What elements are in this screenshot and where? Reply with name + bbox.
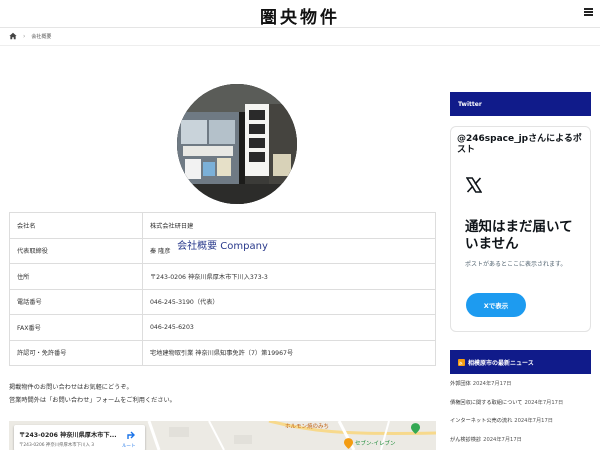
twitter-embed-title[interactable]: @246space_jpさんによるポスト [457, 134, 585, 156]
breadcrumb-separator: › [23, 32, 26, 40]
storefront-image [177, 84, 297, 204]
breadcrumb-current: 会社概要 [31, 33, 52, 40]
twitter-empty-sub: ポストがあるとここに表示されます。 [465, 261, 567, 268]
map-place-label: セブン-イレブン [355, 441, 396, 447]
map-pin-icon[interactable] [344, 438, 353, 449]
news-item[interactable]: 外郭団体 2024年7月17日 [450, 380, 591, 399]
news-item[interactable]: 債権回収に関する取組について 2024年7月17日 [450, 399, 591, 418]
news-item[interactable]: がん検診検診 2024年7月17日 [450, 436, 591, 450]
twitter-embed: @246space_jpさんによるポスト 通知はまだ届いていません ポストがある… [450, 126, 591, 332]
news-title[interactable]: 債権回収に関する取組について [450, 400, 522, 406]
table-label: 電話番号 [9, 288, 143, 315]
site-header: 圏央物件 [0, 0, 600, 28]
table-value: 〒243-0206 神奈川県厚木市下川入373-3 [142, 263, 436, 290]
table-label: 会社名 [9, 212, 143, 239]
map-card-address: 〒243-0206 神奈川県厚木市下川入 3 [19, 443, 95, 448]
twitter-empty-message: 通知はまだ届いていません [465, 219, 573, 252]
table-row: FAX番号 046-245-6203 [9, 314, 436, 341]
rss-icon [458, 358, 465, 366]
table-row: 代表取締役 秦 隆彦 [9, 237, 436, 264]
news-title[interactable]: がん検診検診 [450, 437, 481, 443]
sidebar-heading-twitter: Twitter [450, 92, 591, 116]
news-title[interactable]: 外郭団体 [450, 381, 471, 387]
google-map[interactable]: ホルモン焼のみち セブン-イレブン 〒243-0206 神奈川県厚木市下... … [9, 421, 436, 450]
table-row: 許認可・免許番号 宅地建物取引業 神奈川県知事免許（7）第19967号 [9, 339, 436, 366]
table-value: 株式会社研日建 [142, 212, 436, 239]
table-row: 電話番号 046-245-3190（代表） [9, 288, 436, 315]
company-info-table: 会社名 株式会社研日建 代表取締役 秦 隆彦 住所 〒243-0206 神奈川県… [9, 212, 436, 366]
map-info-card: 〒243-0206 神奈川県厚木市下... 〒243-0206 神奈川県厚木市下… [14, 425, 145, 450]
route-link[interactable]: ルート [122, 443, 136, 449]
table-value: 046-245-6203 [142, 314, 436, 341]
contact-line: 掲載物件のお問い合わせはお気軽にどうぞ。 [9, 384, 133, 391]
table-value: 046-245-3190（代表） [142, 288, 436, 315]
table-value: 宅地建物取引業 神奈川県知事免許（7）第19967号 [142, 339, 436, 366]
news-date: 2024年7月17日 [483, 436, 522, 443]
table-row: 住所 〒243-0206 神奈川県厚木市下川入373-3 [9, 263, 436, 290]
contact-note: 掲載物件のお問い合わせはお気軽にどうぞ。 営業時間外は「お問い合わせ」フォームを… [9, 381, 176, 407]
sidebar-heading-news: 相模原市の最新ニュース [450, 350, 591, 374]
map-pin-icon[interactable] [411, 423, 420, 434]
home-icon[interactable] [9, 32, 17, 40]
x-logo-icon[interactable] [466, 177, 482, 193]
table-row: 会社名 株式会社研日建 [9, 212, 436, 239]
breadcrumb: › 会社概要 [9, 31, 51, 41]
site-logo[interactable]: 圏央物件 [0, 3, 600, 28]
table-label: 許認可・免許番号 [9, 339, 143, 366]
sidebar-heading-label: 相模原市の最新ニュース [468, 359, 534, 367]
news-date: 2024年7月17日 [524, 399, 564, 406]
hamburger-icon[interactable] [584, 8, 593, 16]
map-place-label: ホルモン焼のみち [285, 424, 330, 430]
map-card-title: 〒243-0206 神奈川県厚木市下... [19, 432, 117, 439]
table-label: FAX番号 [9, 314, 143, 341]
sidebar: Twitter @246space_jpさんによるポスト 通知はまだ届いていませ… [450, 46, 591, 450]
directions-icon[interactable] [126, 430, 138, 440]
view-on-x-button[interactable]: Xで表示 [466, 293, 526, 317]
table-label: 代表取締役 [9, 237, 143, 264]
table-label: 住所 [9, 263, 143, 290]
news-item[interactable]: インターネット公売の流れ 2024年7月17日 [450, 417, 591, 436]
news-date: 2024年7月17日 [514, 418, 553, 424]
news-list: 外郭団体 2024年7月17日 債権回収に関する取組について 2024年7月17日 … [450, 380, 591, 450]
company-photo [177, 84, 297, 204]
news-title[interactable]: インターネット公売の流れ [450, 418, 512, 424]
news-date: 2024年7月17日 [472, 381, 512, 387]
table-value: 秦 隆彦 [142, 237, 436, 264]
sidebar-heading-label: Twitter [458, 100, 482, 108]
contact-line: 営業時間外は「お問い合わせ」フォームをご利用ください。 [9, 397, 176, 404]
